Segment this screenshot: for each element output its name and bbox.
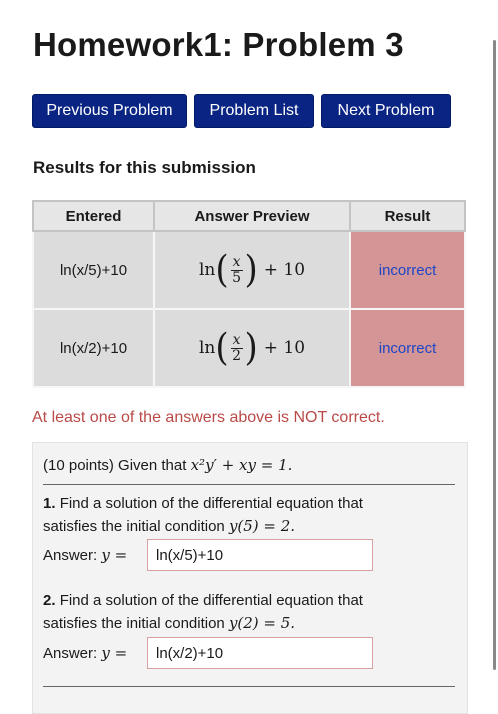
scrollbar[interactable] xyxy=(493,40,496,670)
answer-input-2[interactable] xyxy=(147,637,373,669)
math-preview: ln ( x 2 ) + 10 xyxy=(198,326,306,370)
question-text: Find a solution of the differential equa… xyxy=(59,592,363,609)
problem-list-button[interactable]: Problem List xyxy=(194,94,314,128)
next-problem-button[interactable]: Next Problem xyxy=(321,94,451,128)
answer-label: Answer: y = xyxy=(43,644,127,662)
given-equation: x²y′ + xy = 1. xyxy=(190,456,293,474)
previous-problem-button[interactable]: Previous Problem xyxy=(32,94,187,128)
answer-input-1[interactable] xyxy=(147,539,373,571)
fraction-numerator: x xyxy=(230,331,243,349)
initial-condition: y(2) = 5. xyxy=(228,614,296,632)
question-number: 2. xyxy=(43,592,56,609)
left-paren: ( xyxy=(215,248,229,292)
preview-tail: + 10 xyxy=(263,260,306,280)
answer-label-text: Answer: xyxy=(43,547,98,564)
result-cell: incorrect xyxy=(349,230,466,310)
header-answer-preview: Answer Preview xyxy=(153,200,351,232)
answer-preview-cell: ln ( x 5 ) + 10 xyxy=(153,230,351,310)
problem-intro: (10 points) Given that x²y′ + xy = 1. xyxy=(43,456,292,474)
question-text-cont: satisfies the initial condition xyxy=(43,518,225,535)
fraction: x 5 xyxy=(230,253,243,286)
fraction: x 2 xyxy=(230,331,243,364)
intro-text: (10 points) Given that xyxy=(43,457,187,474)
result-cell: incorrect xyxy=(349,308,466,388)
math-preview: ln ( x 5 ) + 10 xyxy=(198,248,306,292)
initial-condition: y(5) = 2. xyxy=(228,517,296,535)
incorrect-warning: At least one of the answers above is NOT… xyxy=(32,409,385,426)
preview-tail: + 10 xyxy=(263,338,306,358)
question-text-cont: satisfies the initial condition xyxy=(43,615,225,632)
divider xyxy=(43,686,455,687)
header-result: Result xyxy=(349,200,466,232)
question-1: 1. Find a solution of the differential e… xyxy=(43,493,363,538)
right-paren: ) xyxy=(244,248,258,292)
results-header-row: Entered Answer Preview Result xyxy=(32,200,466,232)
answer-variable: y = xyxy=(101,644,128,662)
divider xyxy=(43,484,455,485)
fraction-denominator: 5 xyxy=(232,269,241,286)
right-paren: ) xyxy=(244,326,258,370)
answer-label-text: Answer: xyxy=(43,645,98,662)
answer-label: Answer: y = xyxy=(43,546,127,564)
results-table: Entered Answer Preview Result ln(x/5)+10… xyxy=(32,200,466,388)
entered-cell: ln(x/2)+10 xyxy=(32,308,155,388)
question-2: 2. Find a solution of the differential e… xyxy=(43,590,363,635)
question-number: 1. xyxy=(43,495,56,512)
answer-preview-cell: ln ( x 2 ) + 10 xyxy=(153,308,351,388)
page-title: Homework1: Problem 3 xyxy=(33,26,404,63)
answer-variable: y = xyxy=(101,546,128,564)
function-name: ln xyxy=(198,260,216,280)
table-row: ln(x/2)+10 ln ( x 2 ) + 10 incorrect xyxy=(32,308,466,388)
fraction-numerator: x xyxy=(230,253,243,271)
question-text: Find a solution of the differential equa… xyxy=(59,495,363,512)
table-row: ln(x/5)+10 ln ( x 5 ) + 10 incorrect xyxy=(32,230,466,310)
problem-panel: (10 points) Given that x²y′ + xy = 1. 1.… xyxy=(32,442,468,714)
entered-cell: ln(x/5)+10 xyxy=(32,230,155,310)
header-entered: Entered xyxy=(32,200,155,232)
function-name: ln xyxy=(198,338,216,358)
fraction-denominator: 2 xyxy=(232,347,241,364)
left-paren: ( xyxy=(215,326,229,370)
results-heading: Results for this submission xyxy=(33,158,256,177)
